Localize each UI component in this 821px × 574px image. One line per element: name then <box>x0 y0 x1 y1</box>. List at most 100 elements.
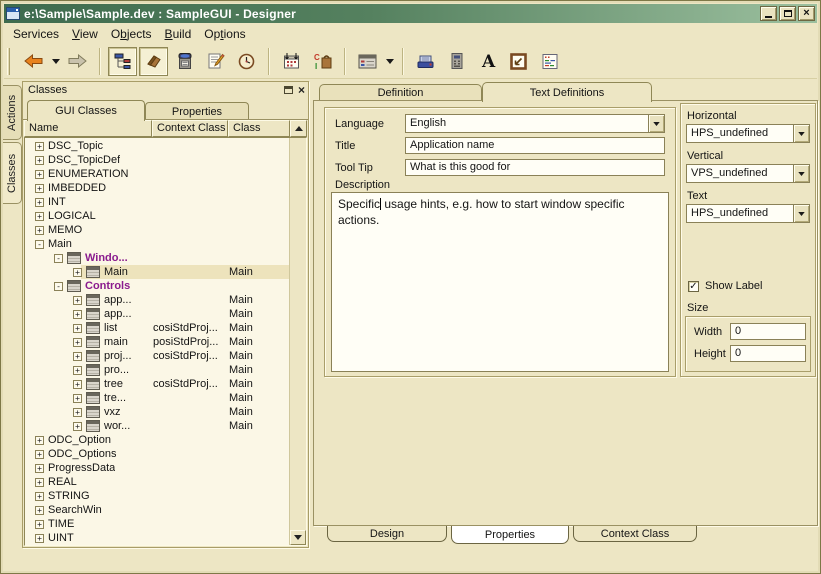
tree-row[interactable]: +ENUMERATION <box>25 167 289 181</box>
device-settings-button[interactable] <box>442 47 471 76</box>
tree-row[interactable]: +MEMO <box>25 223 289 237</box>
language-combobox[interactable]: English <box>405 114 665 133</box>
close-button[interactable]: × <box>798 6 815 21</box>
expand-icon[interactable]: + <box>73 352 82 361</box>
expand-icon[interactable]: + <box>35 156 44 165</box>
window-form-select-button[interactable] <box>353 47 382 76</box>
tree-row[interactable]: +DSC_TopicDef <box>25 153 289 167</box>
link-frame-button[interactable] <box>504 47 533 76</box>
column-header-context-class[interactable]: Context Class <box>152 120 228 137</box>
edit-definition-button[interactable] <box>201 47 230 76</box>
title-field[interactable]: Application name <box>405 137 665 154</box>
panel-close-icon[interactable]: × <box>298 85 305 95</box>
form-select-dropdown[interactable] <box>383 47 396 76</box>
expand-icon[interactable]: + <box>73 380 82 389</box>
expand-icon[interactable]: + <box>35 170 44 179</box>
tooltip-field[interactable]: What is this good for <box>405 159 665 176</box>
menu-view[interactable]: View <box>69 24 108 44</box>
tree-row[interactable]: +app...Main <box>25 307 289 321</box>
repository-button[interactable] <box>139 47 168 76</box>
height-field[interactable]: 0 <box>730 345 806 362</box>
expand-icon[interactable]: + <box>73 310 82 319</box>
tab-gui-classes[interactable]: GUI Classes <box>27 100 145 121</box>
expand-icon[interactable]: + <box>35 212 44 221</box>
scroll-up-button[interactable] <box>290 120 307 137</box>
expand-icon[interactable]: + <box>73 324 82 333</box>
tree-row[interactable]: -Controls <box>25 279 289 293</box>
expand-icon[interactable]: + <box>35 506 44 515</box>
back-button[interactable] <box>19 47 48 76</box>
forward-button[interactable] <box>63 47 92 76</box>
inspector-button[interactable] <box>170 47 199 76</box>
expand-icon[interactable]: + <box>35 184 44 193</box>
scroll-down-button[interactable] <box>290 530 306 545</box>
tree-row[interactable]: +proj...cosiStdProj...Main <box>25 349 289 363</box>
tree-row[interactable]: +tre...Main <box>25 391 289 405</box>
tree-row[interactable]: +IMBEDDED <box>25 181 289 195</box>
tree-row[interactable]: +treecosiStdProj...Main <box>25 377 289 391</box>
tree-row[interactable]: +listcosiStdProj...Main <box>25 321 289 335</box>
tab-text-definitions[interactable]: Text Definitions <box>482 82 652 102</box>
vertical-combobox[interactable]: VPS_undefined <box>686 164 810 183</box>
expand-icon[interactable]: + <box>73 296 82 305</box>
tree-row[interactable]: +STRING <box>25 489 289 503</box>
class-tree[interactable]: +DSC_Topic+DSC_TopicDef+ENUMERATION+IMBE… <box>25 138 289 545</box>
vertical-dropdown-button[interactable] <box>793 164 810 183</box>
expand-icon[interactable]: + <box>35 534 44 543</box>
horizontal-dropdown-button[interactable] <box>793 124 810 143</box>
expand-icon[interactable]: + <box>73 338 82 347</box>
class-tree-view-button[interactable] <box>108 47 137 76</box>
show-label-checkbox[interactable] <box>688 281 699 292</box>
dock-tab-classes[interactable]: Classes <box>3 142 22 204</box>
tree-row[interactable]: +UINT <box>25 531 289 545</box>
expand-icon[interactable]: + <box>35 520 44 529</box>
menu-objects[interactable]: Objects <box>108 24 162 44</box>
time-settings-button[interactable] <box>232 47 261 76</box>
minimize-button[interactable] <box>760 6 777 21</box>
print-button[interactable] <box>411 47 440 76</box>
tree-row[interactable]: +TIME <box>25 517 289 531</box>
language-dropdown-button[interactable] <box>648 114 665 133</box>
expand-icon[interactable]: + <box>73 422 82 431</box>
tree-row[interactable]: +INT <box>25 195 289 209</box>
menu-services[interactable]: Services <box>10 24 69 44</box>
collapse-icon[interactable]: - <box>35 240 44 249</box>
width-field[interactable]: 0 <box>730 323 806 340</box>
expand-icon[interactable]: + <box>35 226 44 235</box>
code-view-button[interactable] <box>535 47 564 76</box>
tree-row[interactable]: +DSC_Topic <box>25 139 289 153</box>
column-header-name[interactable]: Name <box>24 120 152 137</box>
tree-row[interactable]: +SearchWin <box>25 503 289 517</box>
tree-row[interactable]: -Main <box>25 237 289 251</box>
expand-icon[interactable]: + <box>35 464 44 473</box>
back-history-dropdown[interactable] <box>49 47 62 76</box>
import-data-button[interactable] <box>277 47 306 76</box>
expand-icon[interactable]: + <box>35 198 44 207</box>
tab-design[interactable]: Design <box>327 526 447 542</box>
text-combobox[interactable]: HPS_undefined <box>686 204 810 223</box>
expand-icon[interactable]: + <box>73 408 82 417</box>
tree-row[interactable]: +pro...Main <box>25 363 289 377</box>
toolbar-drag-handle[interactable] <box>7 48 10 75</box>
horizontal-combobox[interactable]: HPS_undefined <box>686 124 810 143</box>
tree-row[interactable]: +vxzMain <box>25 405 289 419</box>
tab-properties-bottom[interactable]: Properties <box>451 526 569 544</box>
expand-icon[interactable]: + <box>35 142 44 151</box>
tree-row[interactable]: -Windo... <box>25 251 289 265</box>
dock-float-icon[interactable] <box>284 86 293 94</box>
expand-icon[interactable]: + <box>35 436 44 445</box>
tree-row[interactable]: +app...Main <box>25 293 289 307</box>
tree-scrollbar[interactable] <box>289 138 306 545</box>
tree-row[interactable]: +ProgressData <box>25 461 289 475</box>
tab-properties[interactable]: Properties <box>145 102 249 120</box>
description-field[interactable]: Specific usage hints, e.g. how to start … <box>331 192 669 372</box>
tab-context-class[interactable]: Context Class <box>573 526 697 542</box>
expand-icon[interactable]: + <box>35 478 44 487</box>
collapse-icon[interactable]: - <box>54 254 63 263</box>
dock-tab-actions[interactable]: Actions <box>3 85 22 140</box>
menu-build[interactable]: Build <box>162 24 202 44</box>
expand-icon[interactable]: + <box>35 492 44 501</box>
expand-icon[interactable]: + <box>73 366 82 375</box>
tab-definition[interactable]: Definition <box>319 84 482 101</box>
maximize-button[interactable] <box>779 6 796 21</box>
